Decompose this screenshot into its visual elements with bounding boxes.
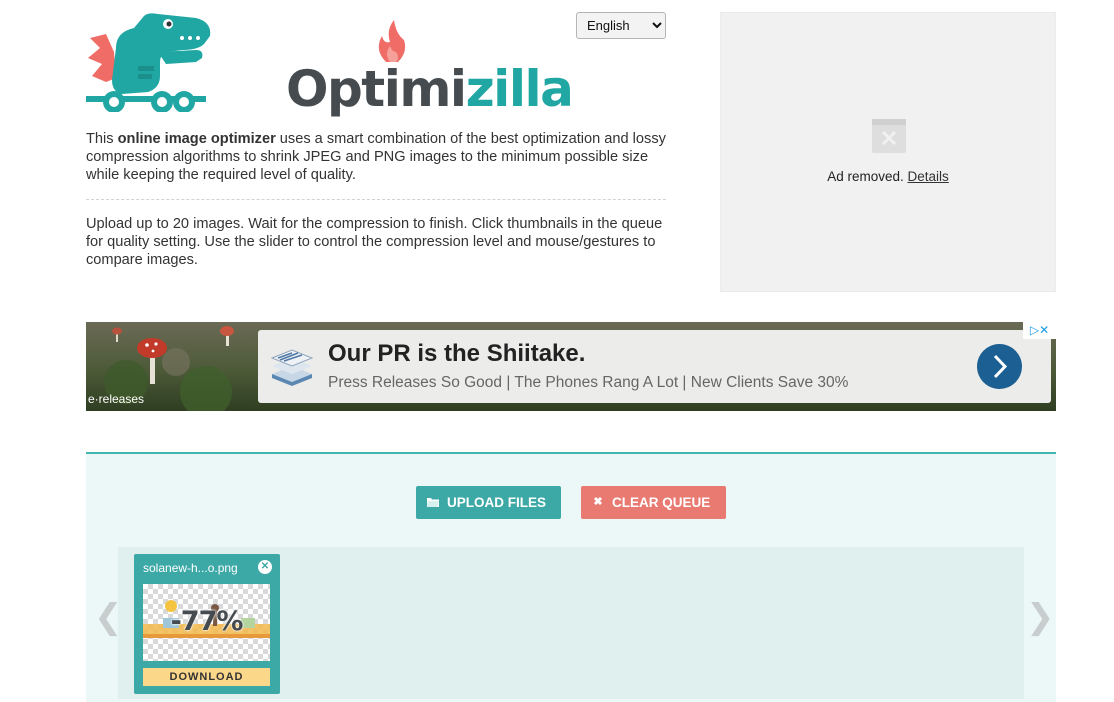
chevron-right-icon: [993, 354, 1008, 379]
ad-removed-icon: [872, 119, 906, 153]
upload-files-label: UPLOAD FILES: [447, 495, 547, 510]
banner-card[interactable]: Our PR is the Shiitake. Press Releases S…: [258, 330, 1051, 403]
instructions-paragraph: Upload up to 20 images. Wait for the com…: [86, 216, 663, 268]
language-select[interactable]: English: [576, 12, 666, 39]
advertiser-logo: e·releases: [88, 392, 145, 406]
intro-lead: This: [86, 131, 118, 147]
ad-removed-message: Ad removed. Details: [721, 169, 1055, 184]
banner-headline: Our PR is the Shiitake.: [328, 340, 586, 367]
upload-files-button[interactable]: UPLOAD FILES: [416, 486, 561, 519]
queue-prev-arrow[interactable]: ❮: [94, 600, 123, 634]
folder-icon: [426, 486, 440, 519]
optimizilla-logo[interactable]: Optimizilla: [86, 12, 574, 114]
logo-wordmark-part2: zilla: [465, 60, 574, 118]
banner-go-button[interactable]: [977, 344, 1022, 389]
queue-next-arrow[interactable]: ❯: [1026, 600, 1055, 634]
banner-ad[interactable]: e·releases Our PR is the Shiitake. Press…: [86, 322, 1056, 411]
dashed-divider: [86, 199, 666, 200]
remove-thumbnail-icon[interactable]: ✕: [258, 560, 272, 574]
clear-queue-label: CLEAR QUEUE: [612, 495, 711, 510]
side-ad-placeholder: Ad removed. Details: [720, 12, 1056, 292]
upload-section: UPLOAD FILES ✖ CLEAR QUEUE ❮ ❯ solanew-h…: [86, 452, 1056, 702]
banner-subline: Press Releases So Good | The Phones Rang…: [328, 374, 849, 391]
compression-savings-text: -77%: [170, 606, 244, 637]
logo-wordmark: Optimizilla: [286, 64, 574, 114]
thumbnail-image[interactable]: -77%: [143, 584, 270, 661]
thumbnail-download-button[interactable]: DOWNLOAD: [143, 668, 270, 686]
ad-choices-icon[interactable]: ▷✕: [1023, 322, 1056, 339]
clear-queue-button[interactable]: ✖ CLEAR QUEUE: [581, 486, 726, 519]
intro-paragraph: This online image optimizer uses a smart…: [86, 130, 666, 184]
intro-highlight: online image optimizer: [117, 131, 276, 147]
queue-thumbnail-card[interactable]: solanew-h...o.png ✕ -77% DOWNLOAD: [134, 554, 280, 694]
logo-wordmark-part1: Optimi: [286, 60, 467, 118]
ad-removed-text: Ad removed.: [827, 169, 904, 184]
newspaper-stack-icon: [270, 349, 314, 386]
ad-details-link[interactable]: Details: [908, 169, 949, 184]
thumbnail-filename: solanew-h...o.png: [143, 561, 238, 575]
close-icon: ✖: [593, 496, 603, 508]
